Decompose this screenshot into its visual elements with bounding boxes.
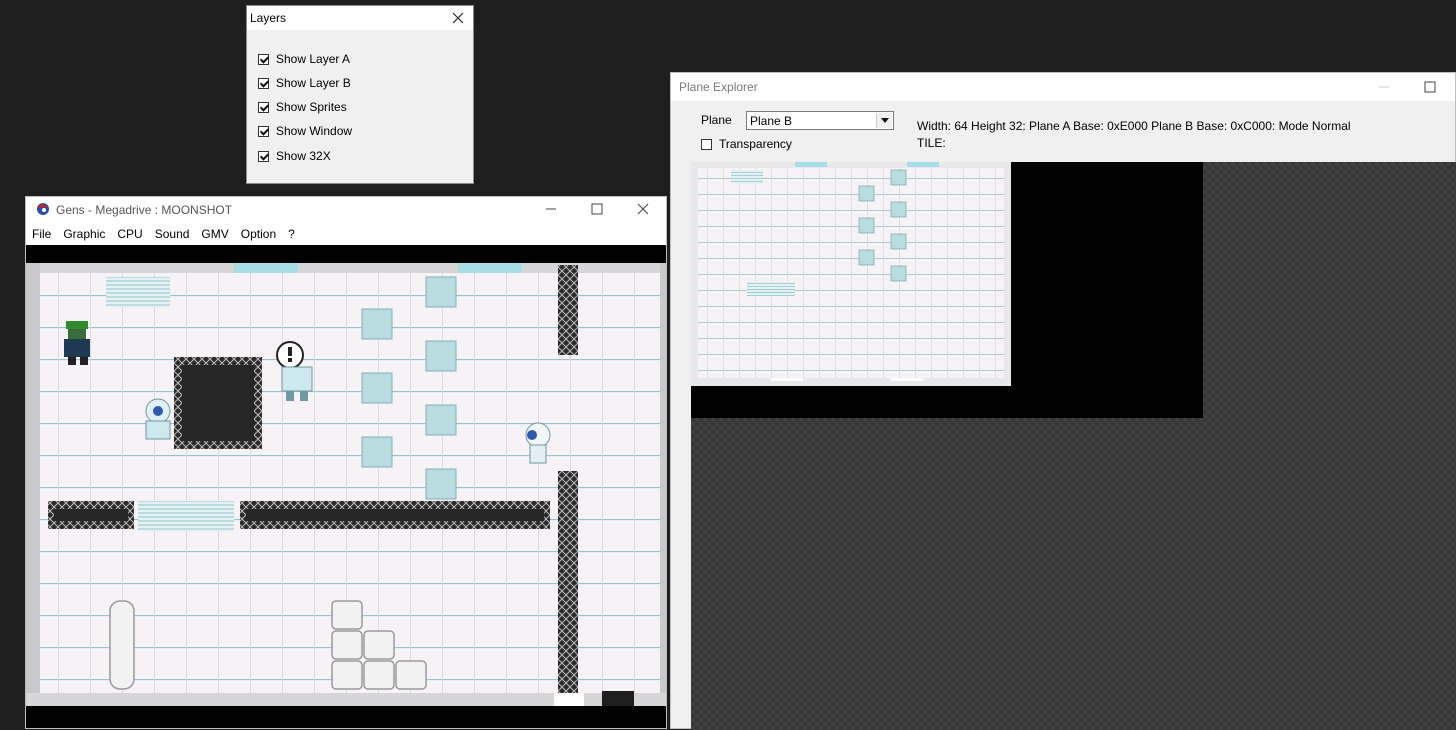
chevron-down-icon[interactable] (876, 113, 892, 128)
checkbox-icon[interactable] (258, 125, 269, 137)
tile-label: TILE: (917, 136, 946, 150)
checkbox-icon[interactable] (258, 101, 269, 113)
layers-titlebar[interactable]: Layers (247, 6, 473, 30)
menu-cpu[interactable]: CPU (111, 227, 148, 241)
gens-window: Gens - Megadrive : MOONSHOT File Graphic… (25, 196, 667, 729)
minimize-icon[interactable] (1373, 75, 1395, 99)
close-icon[interactable] (632, 197, 654, 221)
close-icon[interactable] (449, 6, 467, 30)
checkbox-icon[interactable] (258, 150, 269, 162)
maximize-icon[interactable] (586, 197, 608, 221)
show-layer-b-checkbox[interactable]: Show Layer B (258, 75, 351, 91)
plane-explorer-titlebar[interactable]: Plane Explorer (671, 73, 1455, 101)
layers-window: Layers Show Layer A Show Layer B Show Sp… (246, 5, 474, 184)
transparency-checkbox[interactable]: Transparency (701, 136, 792, 152)
plane-label: Plane (701, 113, 732, 127)
gens-title: Gens - Megadrive : MOONSHOT (56, 203, 233, 217)
minimize-icon[interactable] (540, 197, 562, 221)
layers-title: Layers (250, 11, 287, 25)
plane-info-text: Width: 64 Height 32: Plane A Base: 0xE00… (917, 119, 1351, 133)
checkbox-label: Show Layer A (276, 52, 351, 66)
show-layer-a-checkbox[interactable]: Show Layer A (258, 51, 350, 67)
gens-menubar: File Graphic CPU Sound GMV Option ? (26, 223, 666, 245)
show-sprites-checkbox[interactable]: Show Sprites (258, 99, 347, 115)
astronaut-sprite (525, 422, 551, 464)
plane-select[interactable]: Plane B (746, 111, 894, 130)
plane-tilemap (691, 162, 1203, 418)
checkbox-icon[interactable] (701, 138, 712, 150)
game-scene (26, 263, 666, 706)
show-window-checkbox[interactable]: Show Window (258, 123, 352, 139)
checkbox-label: Show Sprites (276, 100, 347, 114)
menu-file[interactable]: File (26, 227, 57, 241)
checkbox-label: Show Window (276, 124, 353, 138)
checkbox-icon[interactable] (258, 53, 269, 65)
menu-option[interactable]: Option (235, 227, 282, 241)
transparency-label: Transparency (719, 137, 792, 151)
robot-sprite (145, 398, 171, 440)
checkbox-label: Show 32X (276, 149, 331, 163)
checkbox-icon[interactable] (258, 77, 269, 89)
plane-explorer-window: Plane Explorer Plane Plane B Transparenc… (670, 72, 1456, 730)
maximize-icon[interactable] (1419, 75, 1441, 99)
game-screen[interactable] (26, 263, 666, 706)
plane-explorer-title: Plane Explorer (679, 80, 758, 94)
gens-titlebar[interactable]: Gens - Megadrive : MOONSHOT (26, 197, 666, 223)
menu-help[interactable]: ? (282, 227, 301, 241)
menu-sound[interactable]: Sound (149, 227, 196, 241)
plane-select-value: Plane B (750, 114, 793, 128)
show-32x-checkbox[interactable]: Show 32X (258, 148, 331, 164)
plane-view-canvas[interactable] (691, 162, 1456, 730)
menu-gmv[interactable]: GMV (195, 227, 234, 241)
menu-graphic[interactable]: Graphic (57, 227, 111, 241)
gens-app-icon (35, 201, 50, 219)
checkbox-label: Show Layer B (276, 76, 351, 90)
